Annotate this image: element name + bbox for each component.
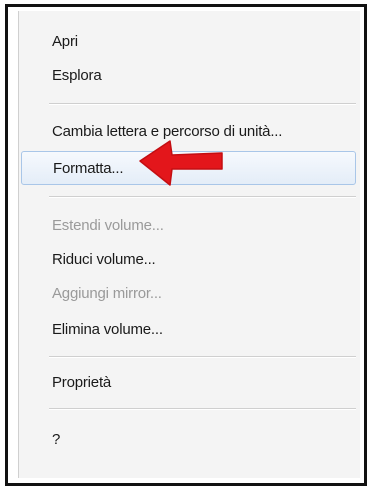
menu-separator <box>49 356 356 358</box>
menu-item-label: Elimina volume... <box>52 321 163 338</box>
menu-item-label: ? <box>52 431 61 448</box>
context-menu: Apri Esplora Cambia lettera e percorso d… <box>18 11 360 478</box>
menu-item-label: Estendi volume... <box>52 217 164 234</box>
menu-item-elimina-volume[interactable]: Elimina volume... <box>19 313 360 347</box>
menu-item-label: Formatta... <box>53 160 124 177</box>
menu-item-riduci-volume[interactable]: Riduci volume... <box>19 243 360 277</box>
screenshot-frame: Apri Esplora Cambia lettera e percorso d… <box>5 4 367 486</box>
red-arrow-left-icon <box>139 140 223 186</box>
menu-item-label: Proprietà <box>52 374 112 391</box>
menu-item-apri[interactable]: Apri <box>19 25 360 59</box>
menu-separator <box>49 196 356 198</box>
menu-item-label: Esplora <box>52 67 102 84</box>
menu-separator <box>49 408 356 410</box>
menu-item-proprieta[interactable]: Proprietà <box>19 366 360 400</box>
menu-separator <box>49 103 356 105</box>
menu-item-label: Aggiungi mirror... <box>52 285 162 302</box>
menu-item-esplora[interactable]: Esplora <box>19 59 360 93</box>
menu-item-aggiungi-mirror: Aggiungi mirror... <box>19 277 360 311</box>
menu-item-label: Apri <box>52 33 78 50</box>
menu-item-label: Riduci volume... <box>52 251 156 268</box>
menu-item-estendi-volume: Estendi volume... <box>19 209 360 243</box>
menu-item-help[interactable]: ? <box>19 423 360 457</box>
